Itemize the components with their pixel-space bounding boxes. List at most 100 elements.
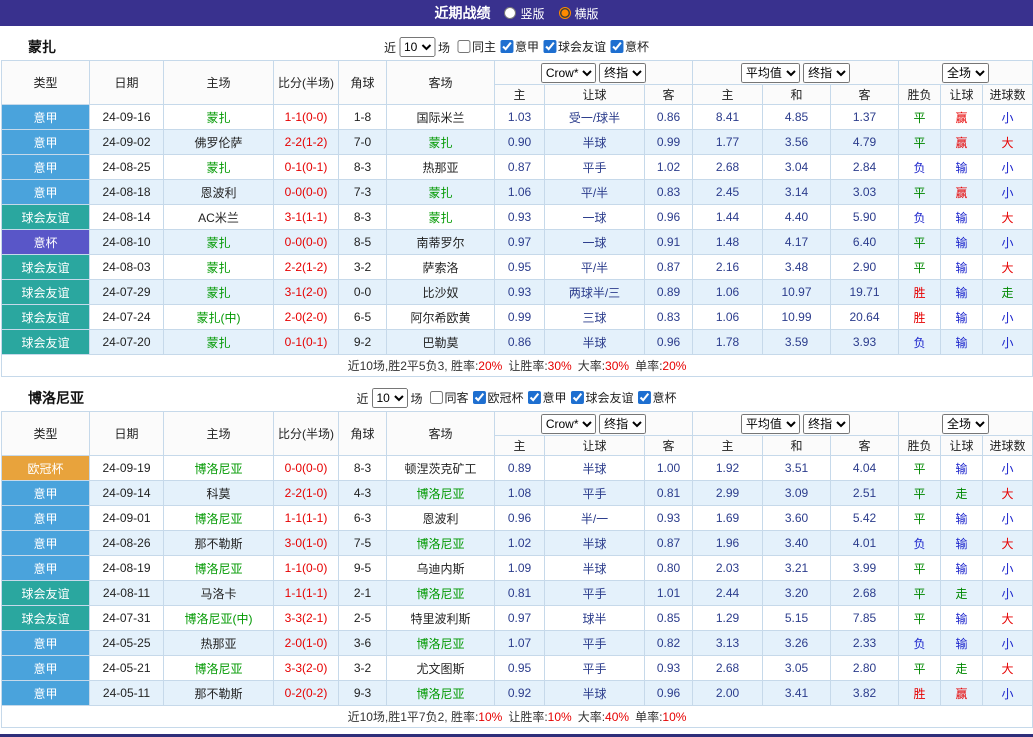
summary-row: 近10场,胜1平7负2, 胜率:10% 让胜率:10% 大率:40% 单率:10% [0, 705, 1033, 728]
match-date: 24-08-19 [89, 555, 164, 581]
score: 3-1(2-0) [273, 279, 339, 305]
crow-away-odds: 0.96 [644, 204, 693, 230]
avg-odds-select[interactable]: 平均值 [740, 413, 800, 434]
avg-home-odds: 2.03 [692, 555, 763, 581]
summary-value: 30% [547, 359, 572, 373]
fulltime-group-header: 全场 [898, 411, 1033, 436]
filter-checkbox-球会友谊[interactable]: 球会友谊 [543, 38, 606, 55]
goals-outcome: 大 [982, 480, 1033, 506]
avg-away-odds: 19.71 [829, 279, 900, 305]
avg-home-odds: 1.29 [692, 605, 763, 631]
filter-checkbox-同主[interactable]: 同主 [456, 38, 496, 55]
filter-checkbox-意杯[interactable]: 意杯 [637, 389, 677, 406]
final-odds-select-1[interactable]: 终指 [599, 62, 647, 83]
crow-away-odds: 0.93 [644, 505, 693, 531]
fulltime-select[interactable]: 全场 [942, 413, 990, 434]
result-outcome: 平 [898, 605, 942, 631]
away-team: 特里波利斯 [386, 605, 495, 631]
final-odds-select-2[interactable]: 终指 [803, 62, 851, 83]
match-row: 球会友谊 24-07-20 蒙扎 0-1(0-1) 9-2 巴勒莫 0.86 半球 0.96 1.… [1, 329, 1033, 355]
odds-source-select[interactable]: Crow* [540, 413, 596, 434]
goals-outcome: 小 [982, 505, 1033, 531]
match-type-badge: 意甲 [1, 104, 90, 130]
games-label: 场 [437, 40, 450, 55]
league-checkbox-input[interactable] [637, 391, 651, 404]
result-outcome: 平 [898, 229, 942, 255]
league-checkbox-input[interactable] [570, 391, 584, 404]
filter-checkbox-意杯[interactable]: 意杯 [610, 38, 649, 55]
match-row: 意甲 24-05-11 那不勒斯 0-2(0-2) 9-3 博洛尼亚 0.92 半球 0.96 2… [1, 680, 1033, 706]
vertical-view-radio[interactable] [504, 7, 517, 19]
avg-draw-odds: 3.56 [762, 129, 831, 155]
goals-outcome: 小 [982, 680, 1033, 706]
crow-away-odds: 0.91 [644, 229, 693, 255]
league-checkbox-input[interactable] [543, 40, 557, 53]
score: 3-0(1-0) [273, 530, 339, 556]
col-header-away: 客场 [386, 411, 495, 456]
league-checkbox-input[interactable] [429, 391, 443, 404]
crow-home-odds: 0.93 [494, 204, 545, 230]
home-team: AC米兰 [163, 204, 274, 230]
match-date: 24-07-24 [89, 304, 164, 330]
match-date: 24-08-25 [89, 154, 164, 180]
checkbox-label: 球会友谊 [558, 40, 607, 54]
away-team: 巴勒莫 [386, 329, 495, 355]
league-checkbox-input[interactable] [500, 40, 513, 53]
recent-count-select[interactable]: 10 [371, 388, 408, 408]
away-team: 顿涅茨克矿工 [386, 455, 495, 481]
result-outcome: 平 [898, 129, 942, 155]
page-title: 近期战绩 [434, 5, 491, 21]
sub-col-handicap: 让球 [544, 84, 645, 105]
match-type-badge: 意甲 [1, 505, 90, 531]
handicap-line: 半球 [544, 680, 645, 706]
crow-home-odds: 1.09 [494, 555, 545, 581]
league-checkbox-input[interactable] [456, 40, 470, 53]
avg-home-odds: 1.69 [692, 505, 763, 531]
crow-away-odds: 0.96 [644, 680, 693, 706]
recent-count-select[interactable]: 10 [398, 37, 435, 57]
crow-away-odds: 0.83 [644, 179, 693, 205]
crow-home-odds: 1.07 [494, 630, 545, 656]
crow-home-odds: 1.03 [494, 104, 545, 130]
summary-cell: 近10场,胜1平7负2, 胜率:10% 让胜率:10% 大率:40% 单率:10% [0, 705, 1033, 728]
handicap-line: 半球 [544, 455, 645, 481]
view-option-vertical[interactable]: 竖版 [504, 5, 545, 22]
avg-draw-odds: 10.97 [762, 279, 831, 305]
avg-away-odds: 7.85 [829, 605, 900, 631]
fulltime-select[interactable]: 全场 [942, 62, 990, 83]
handicap-line: 半/一 [544, 505, 645, 531]
score: 3-3(2-0) [273, 655, 339, 681]
handicap-outcome: 走 [940, 580, 984, 606]
avg-home-odds: 8.41 [692, 104, 763, 130]
crow-away-odds: 0.89 [644, 279, 693, 305]
filter-checkbox-球会友谊[interactable]: 球会友谊 [570, 389, 634, 406]
results-table: 类型 日期 主场 比分(半场) 角球 客场 Crow* 终指 平均值 终指 全场… [0, 60, 1033, 377]
filter-checkbox-欧冠杯[interactable]: 欧冠杯 [472, 389, 524, 406]
avg-home-odds: 2.99 [692, 480, 763, 506]
league-checkbox-input[interactable] [610, 40, 624, 53]
handicap-line: 平/半 [544, 254, 645, 280]
crow-away-odds: 0.86 [644, 104, 693, 130]
avg-away-odds: 3.82 [829, 680, 900, 706]
handicap-line: 一球 [544, 229, 645, 255]
sub-col-avg-away: 客 [829, 435, 900, 456]
result-outcome: 负 [898, 204, 942, 230]
avg-home-odds: 1.96 [692, 530, 763, 556]
league-checkbox-input[interactable] [527, 391, 541, 404]
filter-checkbox-意甲[interactable]: 意甲 [527, 389, 567, 406]
match-date: 24-09-16 [89, 104, 164, 130]
score: 2-2(1-0) [273, 480, 339, 506]
team-header-row: 蒙扎 近 10 场 同主 意甲 球会友谊 意杯 [0, 34, 1033, 60]
view-option-horizontal[interactable]: 横版 [558, 5, 599, 22]
league-checkbox-input[interactable] [472, 391, 486, 404]
final-odds-select-1[interactable]: 终指 [599, 413, 647, 434]
handicap-outcome: 输 [940, 505, 984, 531]
final-odds-select-2[interactable]: 终指 [803, 413, 851, 434]
avg-draw-odds: 3.04 [762, 154, 831, 180]
avg-odds-select[interactable]: 平均值 [740, 62, 800, 83]
odds-source-select[interactable]: Crow* [540, 62, 596, 83]
horizontal-view-radio[interactable] [558, 7, 571, 19]
handicap-line: 两球半/三 [544, 279, 645, 305]
filter-checkbox-同客[interactable]: 同客 [429, 389, 468, 406]
filter-checkbox-意甲[interactable]: 意甲 [500, 38, 539, 55]
